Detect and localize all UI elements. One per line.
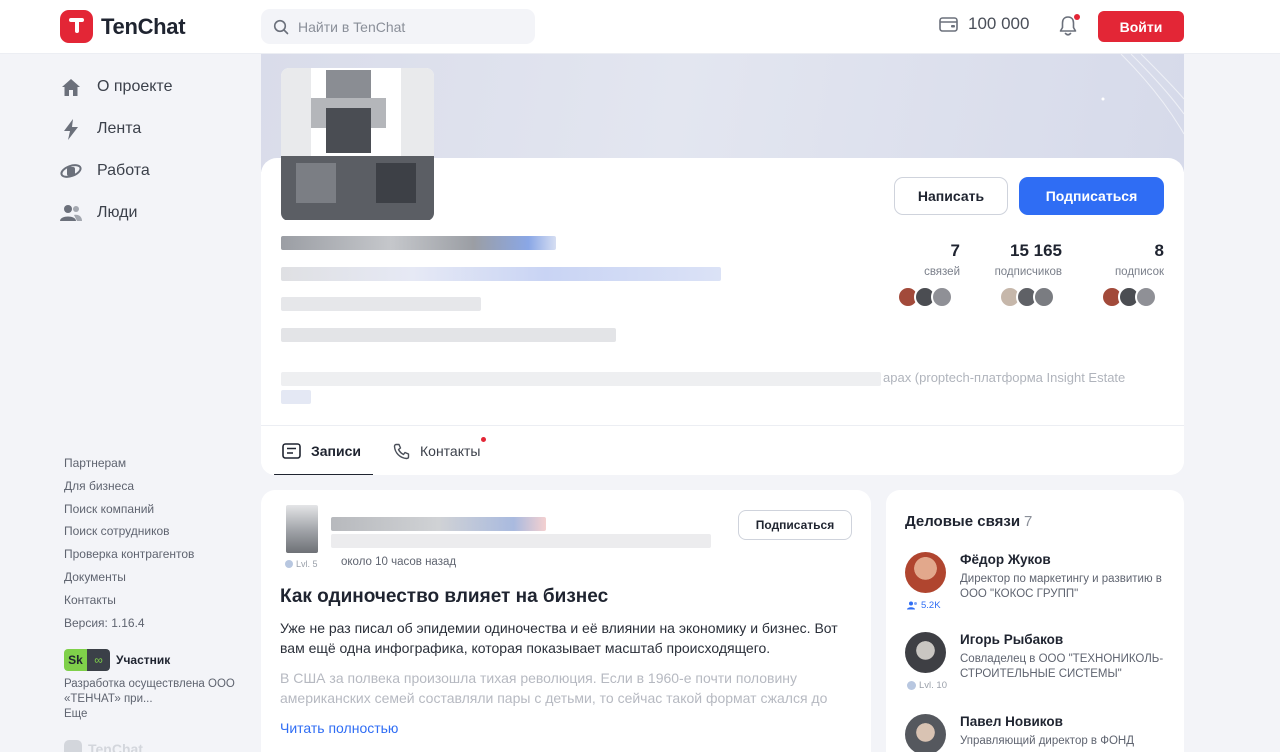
- search-icon: [273, 19, 289, 34]
- post-lead: Уже не раз писал об эпидемии одиночества…: [280, 620, 838, 656]
- list-icon: [282, 443, 301, 459]
- level-icon: [285, 560, 293, 568]
- balance-value: 100 000: [968, 14, 1030, 33]
- post-body: В США за полвека произошла тихая революц…: [280, 670, 828, 706]
- login-button[interactable]: Войти: [1098, 11, 1184, 42]
- post-timestamp: около 10 часов назад: [341, 556, 457, 568]
- connection-name: Фёдор Жуков: [960, 552, 1051, 567]
- blurred-author-headline: [331, 534, 711, 548]
- participant-label: Участник: [116, 653, 171, 667]
- briefcase-icon: [60, 160, 82, 182]
- post-card: Подписаться Lvl. 5 около 10 часов назад …: [261, 490, 871, 752]
- brand-logo[interactable]: TenChat: [60, 10, 186, 43]
- people-small-icon: [907, 601, 917, 610]
- link-counterparty-check[interactable]: Проверка контрагентов: [64, 545, 254, 568]
- profile-bio: арах (proptech-платформа Insight Estate: [883, 370, 1126, 385]
- subscribe-button[interactable]: Подписаться: [1019, 177, 1164, 215]
- stat-connections[interactable]: 7 связей: [924, 241, 960, 278]
- sidebar-nav: О проекте Лента Работа Люди: [60, 66, 250, 234]
- home-icon: [60, 76, 82, 98]
- profile-avatar[interactable]: [281, 68, 434, 221]
- connection-name: Игорь Рыбаков: [960, 632, 1064, 647]
- footer-brand: TenChat: [64, 740, 143, 752]
- blurred-bio: [281, 372, 881, 386]
- tenchat-logo-icon: [60, 10, 93, 43]
- avatar: [905, 632, 946, 673]
- connection-role: Директор по маркетингу и развитию в ООО …: [960, 573, 1162, 600]
- sidebar-item-work[interactable]: Работа: [60, 150, 250, 192]
- tab-contacts[interactable]: Контакты: [393, 426, 487, 475]
- wallet-icon: [939, 16, 958, 32]
- connections-title[interactable]: Деловые связи 7: [905, 513, 1032, 530]
- connection-followers: 5.2K: [907, 600, 941, 611]
- business-connections-card: Деловые связи 7 Фёдор Жуков Директор по м…: [886, 490, 1184, 752]
- version-label: Версия: 1.16.4: [64, 615, 145, 630]
- blurred-author-name: [331, 517, 546, 531]
- avatar: [1135, 286, 1157, 308]
- stat-followers[interactable]: 15 165 подписчиков: [995, 241, 1062, 278]
- more-link[interactable]: Еще: [64, 707, 244, 722]
- profile-tabs: Записи Контакты: [261, 425, 1184, 475]
- link-company-search[interactable]: Поиск компаний: [64, 500, 254, 523]
- phone-icon: [393, 443, 410, 459]
- link-partners[interactable]: Партнерам: [64, 454, 254, 477]
- profile-card: Написать Подписаться 7 связей 15 165 под…: [261, 54, 1184, 475]
- connection-role: Совладелец в ООО "ТЕХНОНИКОЛЬ-СТРОИТЕЛЬН…: [960, 653, 1164, 680]
- blurred-bio: [281, 390, 311, 404]
- sidebar-item-label: О проекте: [97, 78, 173, 95]
- level-icon: [907, 681, 916, 690]
- tab-posts[interactable]: Записи: [273, 426, 374, 475]
- author-level: Lvl. 5: [285, 559, 318, 569]
- avatar: [931, 286, 953, 308]
- notification-dot: [1074, 14, 1080, 20]
- search-input[interactable]: [298, 18, 508, 35]
- write-message-button[interactable]: Написать: [894, 177, 1008, 215]
- stat-following[interactable]: 8 подписок: [1115, 241, 1164, 278]
- blurred-info: [281, 297, 481, 311]
- wallet-balance[interactable]: 100 000: [939, 14, 1029, 34]
- developer-info: Разработка осуществлена ООО «ТЕНЧАТ» при…: [64, 677, 244, 722]
- connection-level: Lvl. 10: [907, 680, 947, 691]
- lightning-icon: [60, 118, 82, 140]
- avatar: [1033, 286, 1055, 308]
- post-subscribe-button[interactable]: Подписаться: [738, 510, 852, 540]
- sidebar-item-people[interactable]: Люди: [60, 192, 250, 234]
- top-header: TenChat 100 000 Войти: [0, 0, 1280, 54]
- connection-role: Управляющий директор в ФОНД: [960, 735, 1135, 747]
- footer-links: Партнерам Для бизнеса Поиск компаний Пои…: [64, 454, 254, 636]
- following-avatars[interactable]: [1101, 286, 1157, 308]
- connection-name: Павел Новиков: [960, 714, 1063, 729]
- read-more-link[interactable]: Читать полностью: [280, 720, 398, 736]
- link-contacts[interactable]: Контакты: [64, 591, 254, 614]
- link-business[interactable]: Для бизнеса: [64, 477, 254, 500]
- connections-avatars[interactable]: [897, 286, 953, 308]
- blurred-author-avatar: [286, 505, 318, 553]
- avatar: [905, 714, 946, 752]
- tenchat-logo-icon: [64, 740, 82, 752]
- post-title[interactable]: Как одиночество влияет на бизнес: [280, 586, 608, 608]
- blurred-info: [281, 328, 616, 342]
- followers-avatars[interactable]: [999, 286, 1055, 308]
- link-employee-search[interactable]: Поиск сотрудников: [64, 522, 254, 545]
- sidebar-item-label: Работа: [97, 162, 150, 179]
- link-documents[interactable]: Документы: [64, 568, 254, 591]
- sidebar-item-about[interactable]: О проекте: [60, 66, 250, 108]
- connections-count: 7: [1024, 513, 1033, 530]
- blurred-name: [281, 236, 556, 250]
- sidebar-item-label: Лента: [97, 120, 142, 137]
- notifications-button[interactable]: [1058, 14, 1080, 37]
- blurred-headline: [281, 267, 721, 281]
- search-box[interactable]: [261, 9, 535, 44]
- people-icon: [60, 202, 82, 224]
- brand-name: TenChat: [101, 13, 186, 39]
- avatar: [905, 552, 946, 593]
- skolkovo-participant[interactable]: Sk ∞ Участник: [64, 649, 170, 671]
- skolkovo-logo-icon: Sk ∞: [64, 649, 110, 671]
- sidebar-item-feed[interactable]: Лента: [60, 108, 250, 150]
- sidebar-item-label: Люди: [97, 204, 138, 221]
- contacts-dot: [481, 437, 487, 442]
